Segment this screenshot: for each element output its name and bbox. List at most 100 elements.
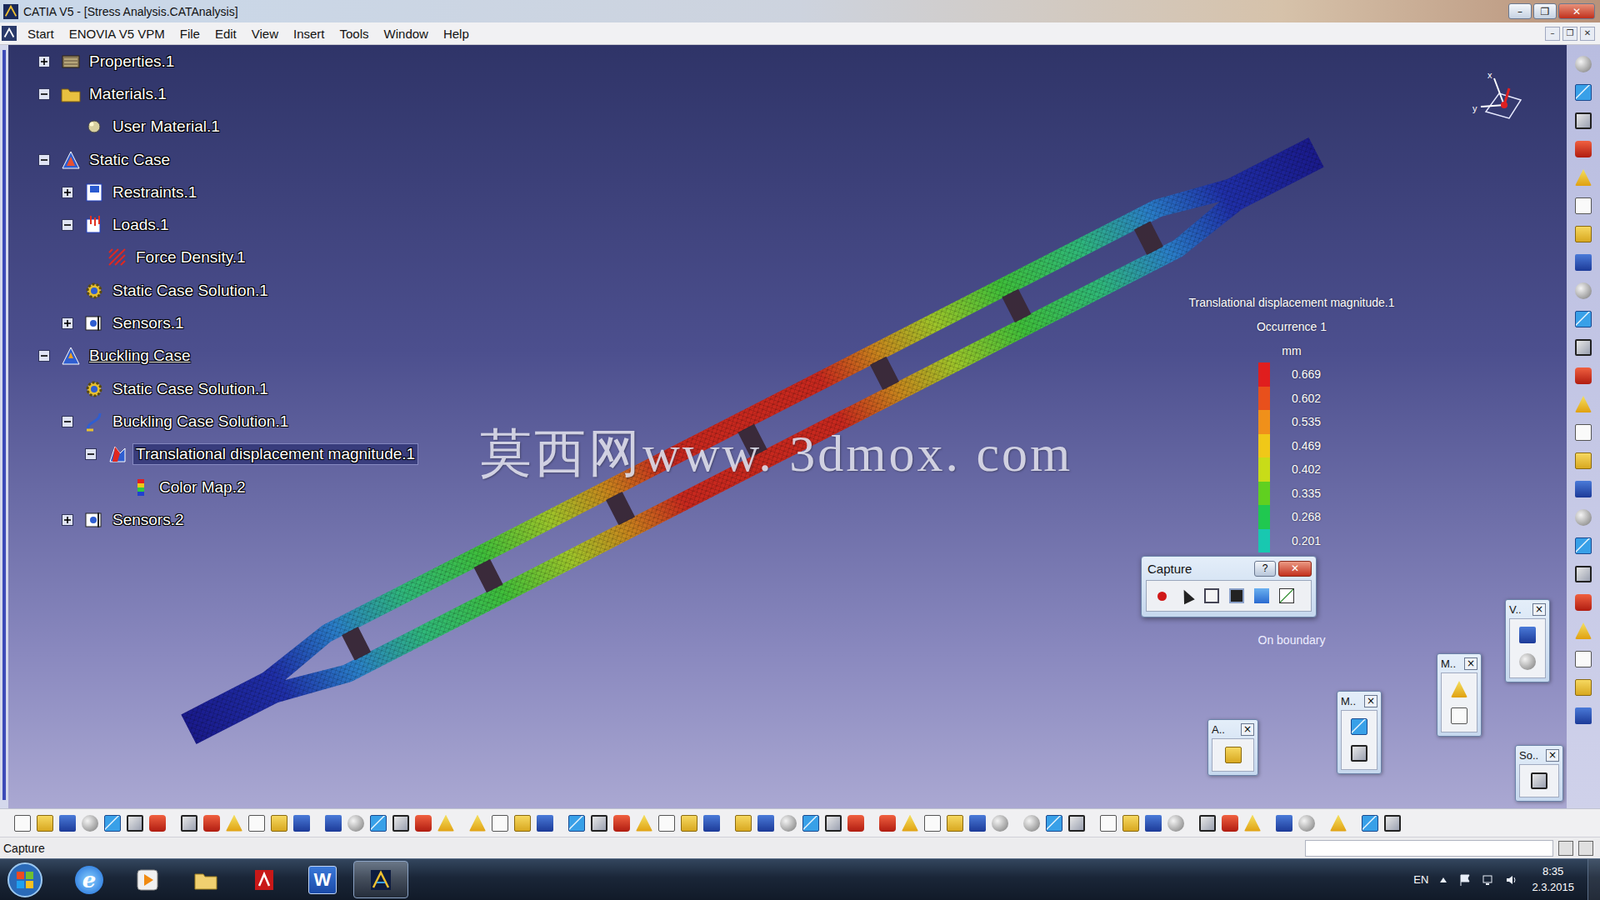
- tree-item-label[interactable]: Translational displacement magnitude.1: [133, 444, 418, 465]
- capture-tool-button[interactable]: [1275, 585, 1298, 607]
- menu-item[interactable]: Window: [376, 25, 436, 43]
- tree-item[interactable]: Force Density.1: [8, 241, 418, 275]
- tool-button[interactable]: [1572, 393, 1595, 415]
- tree-item[interactable]: Restraints.1: [8, 175, 418, 209]
- tree-item[interactable]: Buckling Case Solution.1: [8, 405, 418, 438]
- tree-item[interactable]: Static Case Solution.1: [8, 274, 418, 307]
- tool-button[interactable]: [1448, 678, 1470, 700]
- close-button[interactable]: ×: [1364, 695, 1378, 708]
- tree-item-label[interactable]: Properties.1: [86, 51, 177, 72]
- expand-icon[interactable]: [38, 55, 50, 68]
- tree-item-label[interactable]: Materials.1: [86, 84, 170, 105]
- tool-button[interactable]: [125, 814, 145, 833]
- tree-item[interactable]: Translational displacement magnitude.1: [8, 438, 418, 471]
- tree-item-label[interactable]: Loads.1: [110, 215, 172, 235]
- tool-button[interactable]: [878, 814, 897, 833]
- tool-button[interactable]: [202, 814, 221, 833]
- collapse-icon[interactable]: [38, 350, 50, 362]
- tree-item[interactable]: Static Case Solution.1: [8, 372, 418, 405]
- tool-button[interactable]: [990, 814, 1010, 833]
- floating-toolbar[interactable]: M.. ×: [1436, 653, 1482, 737]
- tree-item-label[interactable]: Sensors.2: [110, 510, 187, 530]
- tool-button[interactable]: [324, 814, 343, 833]
- tool-button[interactable]: [1572, 308, 1595, 330]
- tree-item-label[interactable]: Static Case Solution.1: [110, 280, 271, 301]
- expand-icon[interactable]: [61, 186, 74, 199]
- tree-item[interactable]: Static Case: [8, 143, 418, 176]
- tool-button[interactable]: [1348, 742, 1370, 765]
- expand-icon[interactable]: [61, 317, 74, 330]
- tool-button[interactable]: [292, 814, 311, 833]
- tree-item[interactable]: User Material.1: [8, 110, 418, 144]
- tool-button[interactable]: [1572, 620, 1595, 642]
- tool-button[interactable]: [1383, 814, 1402, 833]
- close-button[interactable]: ✕: [1278, 560, 1312, 577]
- tree-item[interactable]: Loads.1: [8, 208, 418, 241]
- tree-item-label[interactable]: Color Map.2: [156, 477, 249, 498]
- tool-button[interactable]: [945, 814, 965, 833]
- tool-button[interactable]: [1067, 814, 1086, 833]
- tool-button[interactable]: [1448, 705, 1470, 727]
- tool-button[interactable]: [1572, 81, 1595, 104]
- tool-button[interactable]: [1348, 715, 1370, 738]
- tool-button[interactable]: [657, 814, 676, 833]
- expand-icon[interactable]: [61, 514, 74, 526]
- tool-button[interactable]: [270, 814, 289, 833]
- tool-button[interactable]: [900, 814, 920, 833]
- tool-button[interactable]: [680, 814, 699, 833]
- tree-item[interactable]: Properties.1: [8, 45, 418, 78]
- tool-button[interactable]: [1572, 251, 1595, 274]
- tool-button[interactable]: [1022, 814, 1041, 833]
- capture-tool-button[interactable]: [1225, 585, 1248, 607]
- tool-button[interactable]: [1516, 650, 1539, 673]
- tool-button[interactable]: [414, 814, 433, 833]
- tool-button[interactable]: [35, 814, 55, 833]
- command-field[interactable]: [1305, 840, 1554, 857]
- compass-icon[interactable]: xy: [1469, 70, 1528, 129]
- floating-toolbar[interactable]: So.. ×: [1515, 745, 1564, 802]
- tool-button[interactable]: [567, 814, 586, 833]
- taskbar-app-button[interactable]: W: [295, 860, 350, 899]
- tool-button[interactable]: [468, 814, 487, 833]
- tree-item-label[interactable]: User Material.1: [110, 116, 223, 137]
- collapse-icon[interactable]: [38, 154, 50, 166]
- collapse-icon[interactable]: [61, 415, 74, 428]
- tree-item-label[interactable]: Buckling Case: [86, 345, 193, 366]
- tool-button[interactable]: [1360, 814, 1380, 833]
- tool-button[interactable]: [923, 814, 942, 833]
- tree-item[interactable]: Sensors.2: [8, 503, 418, 536]
- tool-button[interactable]: [346, 814, 365, 833]
- status-icon[interactable]: [1578, 840, 1594, 856]
- tree-item-label[interactable]: Static Case Solution.1: [110, 379, 271, 400]
- collapse-icon[interactable]: [38, 88, 50, 100]
- show-hidden-icons-icon[interactable]: [1438, 875, 1449, 885]
- tool-button[interactable]: [635, 814, 654, 833]
- flag-icon[interactable]: [1458, 873, 1472, 887]
- close-button[interactable]: ×: [1545, 749, 1560, 762]
- tool-button[interactable]: [779, 814, 798, 833]
- tool-button[interactable]: [824, 814, 843, 833]
- 3d-viewport[interactable]: Properties.1 Materials.1 User Material.1…: [8, 45, 1567, 809]
- scroll-strip[interactable]: [0, 45, 9, 809]
- tree-item[interactable]: Color Map.2: [8, 470, 418, 504]
- tool-button[interactable]: [1166, 814, 1185, 833]
- tool-button[interactable]: [1222, 744, 1245, 766]
- tool-button[interactable]: [1275, 814, 1294, 833]
- tool-button[interactable]: [1099, 814, 1118, 833]
- tool-button[interactable]: [1572, 478, 1595, 500]
- capture-tool-button[interactable]: [1150, 585, 1173, 607]
- tool-button[interactable]: [490, 814, 510, 833]
- taskbar-app-button[interactable]: e: [61, 860, 117, 899]
- tool-button[interactable]: [734, 814, 753, 833]
- tool-button[interactable]: [391, 814, 410, 833]
- tree-item-label[interactable]: Restraints.1: [110, 182, 200, 203]
- tool-button[interactable]: [225, 814, 244, 833]
- tool-button[interactable]: [58, 814, 77, 833]
- window-control-button[interactable]: –: [1508, 3, 1532, 20]
- tool-button[interactable]: [1198, 814, 1217, 833]
- tool-button[interactable]: [103, 814, 122, 833]
- window-control-button[interactable]: ❐: [1533, 3, 1557, 20]
- tool-button[interactable]: [13, 814, 32, 833]
- collapse-icon[interactable]: [61, 219, 74, 231]
- tree-item[interactable]: Buckling Case: [8, 340, 418, 373]
